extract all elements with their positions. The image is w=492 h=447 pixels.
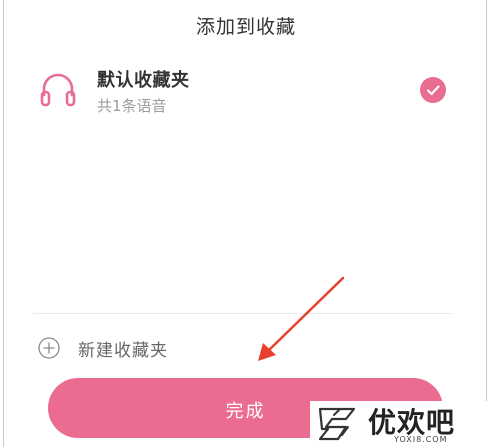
plus-circle-icon [38, 337, 60, 359]
divider [33, 313, 453, 314]
new-folder-label: 新建收藏夹 [78, 341, 168, 361]
check-icon[interactable] [420, 77, 446, 103]
favorites-dialog: 添加到收藏 默认收藏夹 共1条语音 新建收藏夹 完成 优欢吧 YOXI8.COM [0, 0, 492, 447]
folder-name: 默认收藏夹 [97, 70, 190, 91]
folder-item-default[interactable]: 默认收藏夹 共1条语音 [0, 58, 492, 128]
new-folder-button[interactable]: 新建收藏夹 [0, 331, 300, 365]
watermark-logo-icon [318, 407, 356, 441]
folder-count: 共1条语音 [97, 97, 167, 115]
dialog-title: 添加到收藏 [195, 16, 296, 38]
headphone-icon [40, 73, 76, 107]
watermark: 优欢吧 YOXI8.COM [310, 401, 490, 447]
watermark-url: YOXI8.COM [394, 435, 448, 444]
